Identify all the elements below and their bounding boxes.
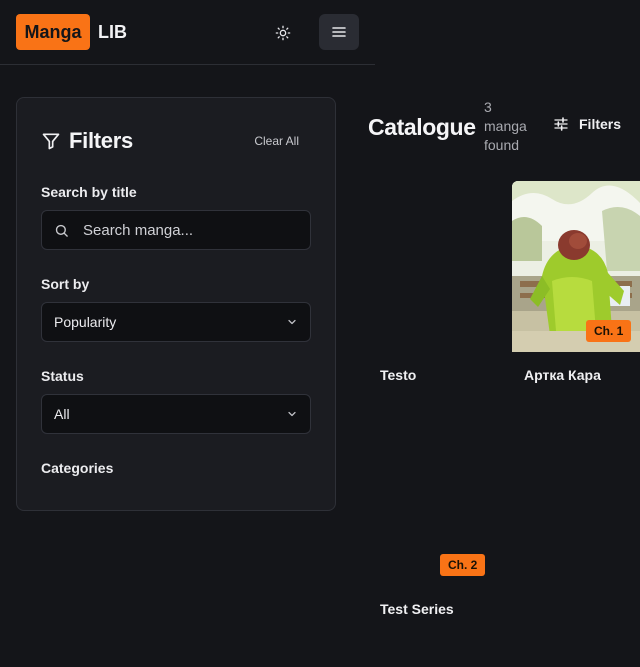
theme-toggle-button[interactable] [268, 18, 298, 48]
status-select-value: All [54, 406, 70, 422]
categories-label: Categories [41, 460, 114, 476]
search-input[interactable] [81, 220, 301, 240]
clear-all-button[interactable]: Clear All [254, 134, 299, 148]
manga-card-title[interactable]: Артка Кара [524, 367, 601, 383]
logo-suffix-text[interactable]: LIB [98, 22, 127, 43]
filters-panel: Filters Clear All Search by title Sort b… [16, 97, 336, 511]
search-label: Search by title [41, 184, 137, 200]
filters-toggle-button[interactable]: Filters [553, 116, 621, 132]
filter-funnel-icon [42, 133, 60, 150]
top-header: Manga LIB [0, 0, 375, 65]
hamburger-menu-icon [332, 27, 346, 37]
sort-label: Sort by [41, 276, 90, 292]
catalogue-title: Catalogue [368, 114, 476, 140]
chevron-down-icon [288, 319, 296, 325]
manga-card-title[interactable]: Test Series [380, 601, 454, 617]
filters-button-label: Filters [579, 116, 622, 132]
manga-cover-image[interactable]: Ch. 1 [512, 181, 640, 352]
sliders-icon [554, 117, 568, 131]
menu-button[interactable] [319, 14, 359, 50]
status-label: Status [41, 368, 84, 384]
sun-icon [275, 25, 291, 41]
search-icon [55, 224, 68, 237]
manga-card-title[interactable]: Testo [380, 367, 416, 383]
logo-highlight-text: Manga [24, 21, 82, 42]
filters-heading: Filters [41, 128, 133, 154]
status-select[interactable]: All [41, 394, 311, 434]
sort-select-value: Popularity [54, 314, 117, 330]
sort-select[interactable]: Popularity [41, 302, 311, 342]
filters-title: Filters [69, 128, 133, 153]
logo-badge[interactable]: Manga [16, 14, 90, 50]
chevron-down-icon [288, 411, 296, 417]
chapter-badge: Ch. 1 [586, 320, 632, 342]
manga-count: 3 manga found [484, 99, 527, 153]
search-field[interactable] [41, 210, 311, 250]
chapter-badge: Ch. 2 [440, 554, 486, 576]
